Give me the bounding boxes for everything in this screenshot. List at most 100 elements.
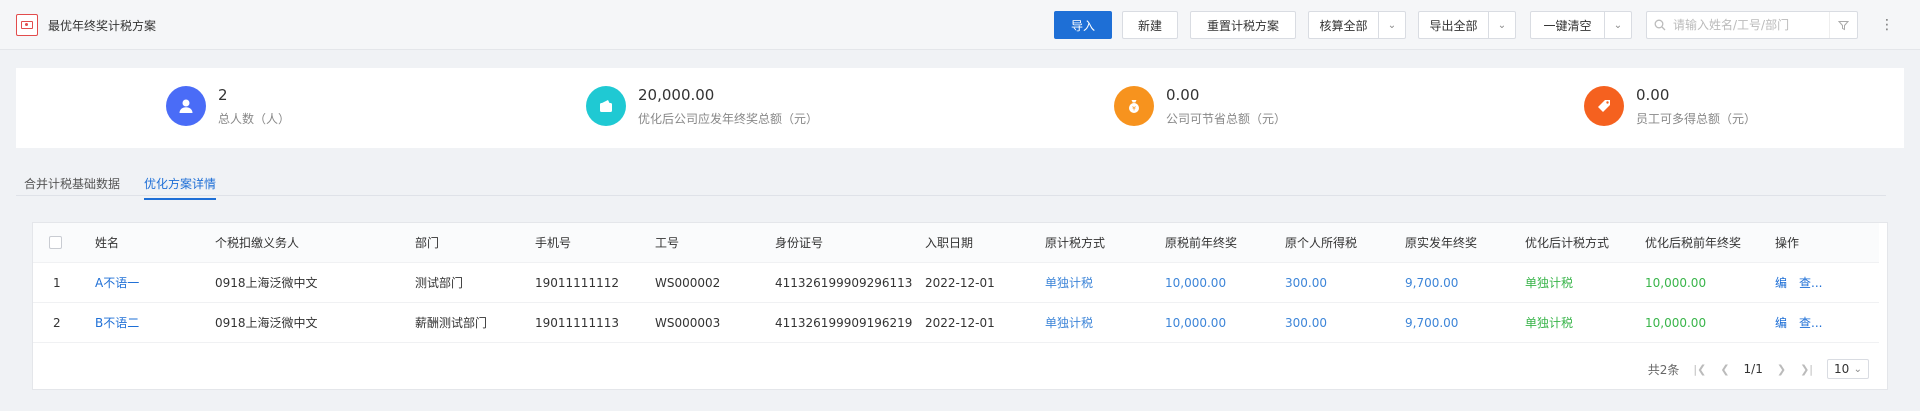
opt-tax-method: 单独计税 xyxy=(1525,316,1574,330)
pagination: 共2条 |❮ ❮ 1/1 ❯ ❯| 10 ⌄ xyxy=(1648,359,1869,379)
employee-no: WS000003 xyxy=(655,315,721,330)
col-header[interactable]: 优化后税前年终奖 xyxy=(1645,234,1741,251)
summary-panel: 2 总人数（人） 20,000.00 优化后公司应发年终奖总额（元） ¥ 0.0… xyxy=(16,68,1904,148)
opt-tax-method: 单独计税 xyxy=(1525,276,1574,290)
person-icon xyxy=(166,86,206,126)
first-page-icon[interactable]: |❮ xyxy=(1693,363,1706,376)
id-number: 411326199909296113 xyxy=(775,275,913,290)
department: 测试部门 xyxy=(415,276,464,290)
import-button[interactable]: 导入 xyxy=(1054,11,1112,39)
stat-label: 员工可多得总额（元） xyxy=(1636,112,1757,126)
orig-net-bonus: 9,700.00 xyxy=(1405,315,1459,330)
stat-company-savings: ¥ 0.00 公司可节省总额（元） xyxy=(1114,86,1286,127)
orig-income-tax: 300.00 xyxy=(1285,275,1327,290)
page-size-select[interactable]: 10 ⌄ xyxy=(1827,359,1869,379)
orig-income-tax: 300.00 xyxy=(1285,315,1327,330)
col-header[interactable]: 工号 xyxy=(655,234,679,251)
edit-link[interactable]: 编 xyxy=(1775,274,1787,291)
orig-pretax-bonus: 10,000.00 xyxy=(1165,275,1227,290)
col-header[interactable]: 入职日期 xyxy=(925,234,973,251)
col-header: 操作 xyxy=(1775,236,1800,250)
col-header[interactable]: 原实发年终奖 xyxy=(1405,234,1477,251)
search-icon xyxy=(1647,19,1673,31)
calc-all-button[interactable]: 核算全部 xyxy=(1309,12,1379,38)
filter-icon[interactable] xyxy=(1829,12,1857,38)
chevron-down-icon[interactable]: ⌄ xyxy=(1379,12,1405,38)
search-input[interactable] xyxy=(1673,18,1829,32)
id-number: 411326199909196219 xyxy=(775,315,913,330)
col-header[interactable]: 部门 xyxy=(415,234,439,251)
tab-plan-details[interactable]: 优化方案详情 xyxy=(144,175,217,200)
more-options-icon[interactable]: ⋮ xyxy=(1880,14,1894,36)
orig-pretax-bonus: 10,000.00 xyxy=(1165,315,1227,330)
row-actions: 编 查... xyxy=(1775,274,1822,291)
svg-text:¥: ¥ xyxy=(1132,106,1136,113)
orig-net-bonus: 9,700.00 xyxy=(1405,275,1459,290)
col-header[interactable]: 原计税方式 xyxy=(1045,234,1105,251)
reset-plan-button[interactable]: 重置计税方案 xyxy=(1190,11,1296,39)
export-all-button[interactable]: 导出全部 xyxy=(1419,12,1489,38)
clear-all-split-button: 一键清空 ⌄ xyxy=(1530,11,1632,39)
stat-label: 优化后公司应发年终奖总额（元） xyxy=(638,112,819,126)
col-header[interactable]: 原税前年终奖 xyxy=(1165,234,1237,251)
col-header[interactable]: 个税扣缴义务人 xyxy=(215,234,299,251)
clear-all-button[interactable]: 一键清空 xyxy=(1531,12,1605,38)
chevron-down-icon[interactable]: ⌄ xyxy=(1605,12,1631,38)
wallet-icon xyxy=(586,86,626,126)
page-indicator: 1/1 xyxy=(1743,362,1763,376)
employee-name-link[interactable]: A不语一 xyxy=(95,274,139,291)
col-header[interactable]: 优化后计税方式 xyxy=(1525,234,1609,251)
opt-pretax-bonus: 10,000.00 xyxy=(1645,275,1707,290)
prev-page-icon[interactable]: ❮ xyxy=(1720,363,1729,376)
stat-employee-gain: 0.00 员工可多得总额（元） xyxy=(1584,86,1756,127)
stat-value: 20,000.00 xyxy=(638,86,715,104)
new-button[interactable]: 新建 xyxy=(1122,11,1178,39)
tag-icon xyxy=(1584,86,1624,126)
tab-base-data[interactable]: 合并计税基础数据 xyxy=(24,175,120,198)
edit-link[interactable]: 编 xyxy=(1775,314,1787,331)
next-page-icon[interactable]: ❯ xyxy=(1777,363,1786,376)
phone: 19011111112 xyxy=(535,275,619,290)
stat-value: 0.00 xyxy=(1166,86,1200,104)
opt-pretax-bonus: 10,000.00 xyxy=(1645,315,1707,330)
col-header[interactable]: 原个人所得税 xyxy=(1285,234,1357,251)
header-bar: 最优年终奖计税方案 导入 新建 重置计税方案 核算全部 ⌄ 导出全部 ⌄ 一键清… xyxy=(0,0,1920,50)
row-actions: 编 查... xyxy=(1775,314,1822,331)
stat-total-people: 2 总人数（人） xyxy=(166,86,290,127)
stat-label: 公司可节省总额（元） xyxy=(1166,112,1287,126)
view-link[interactable]: 查... xyxy=(1799,274,1822,291)
orig-tax-method: 单独计税 xyxy=(1045,276,1094,290)
view-link[interactable]: 查... xyxy=(1799,314,1822,331)
department: 薪酬测试部门 xyxy=(415,316,488,330)
row-index: 1 xyxy=(53,275,61,290)
employee-no: WS000002 xyxy=(655,275,721,290)
stat-label: 总人数（人） xyxy=(218,112,291,126)
money-bag-icon: ¥ xyxy=(1114,86,1154,126)
col-header[interactable]: 身份证号 xyxy=(775,234,823,251)
chevron-down-icon[interactable]: ⌄ xyxy=(1489,12,1515,38)
phone: 19011111113 xyxy=(535,315,619,330)
app-logo-icon xyxy=(16,14,38,36)
search-box xyxy=(1646,11,1858,39)
export-all-split-button: 导出全部 ⌄ xyxy=(1418,11,1516,39)
chevron-down-icon: ⌄ xyxy=(1853,363,1862,375)
col-header[interactable]: 姓名 xyxy=(95,234,119,251)
table-row: 2 B不语二 0918上海泛微中文 薪酬测试部门 19011111113 WS0… xyxy=(33,303,1879,343)
total-count: 共2条 xyxy=(1647,362,1680,377)
title-area: 最优年终奖计税方案 xyxy=(16,14,156,36)
select-all-checkbox[interactable] xyxy=(49,236,62,249)
calc-all-split-button: 核算全部 ⌄ xyxy=(1308,11,1406,39)
stat-value: 0.00 xyxy=(1636,86,1670,104)
hire-date: 2022-12-01 xyxy=(925,315,995,330)
page-title: 最优年终奖计税方案 xyxy=(48,18,157,33)
table-header-row: 姓名 个税扣缴义务人 部门 手机号 工号 身份证号 入职日期 原计税方式 原税前… xyxy=(33,223,1879,263)
withholder: 0918上海泛微中文 xyxy=(215,276,318,290)
page-size-value: 10 xyxy=(1834,362,1850,376)
last-page-icon[interactable]: ❯| xyxy=(1800,363,1813,376)
stat-optimized-total: 20,000.00 优化后公司应发年终奖总额（元） xyxy=(586,86,818,127)
tab-bar: 合并计税基础数据 优化方案详情 xyxy=(16,170,1886,200)
col-header[interactable]: 手机号 xyxy=(535,234,571,251)
row-index: 2 xyxy=(53,315,61,330)
employee-name-link[interactable]: B不语二 xyxy=(95,314,139,331)
plan-table: 姓名 个税扣缴义务人 部门 手机号 工号 身份证号 入职日期 原计税方式 原税前… xyxy=(32,222,1888,390)
